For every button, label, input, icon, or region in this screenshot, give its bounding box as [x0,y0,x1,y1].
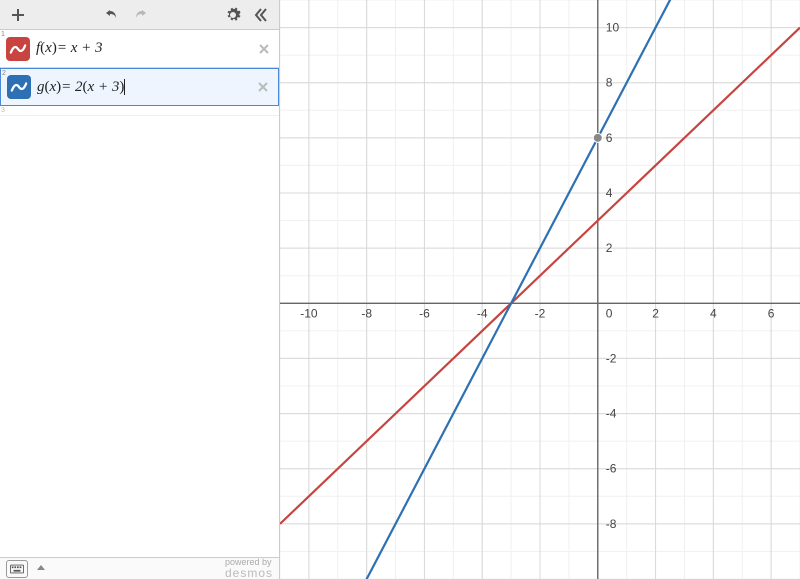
svg-text:4: 4 [606,186,613,200]
svg-text:2: 2 [652,306,659,320]
svg-text:-10: -10 [300,306,318,320]
svg-text:0: 0 [606,306,613,320]
expression-index: 1 [1,31,5,38]
color-swatch[interactable] [6,37,30,61]
sidebar: 1 f(x) = x + 3 2 g(x) = 2(x + 3) 3 powered b… [0,0,280,579]
add-expression-button[interactable] [6,3,30,27]
expression-text[interactable]: g(x) = 2(x + 3) [37,79,254,96]
svg-text:-4: -4 [606,407,617,421]
color-swatch[interactable] [7,75,31,99]
expression-index: 2 [2,70,6,77]
expression-row[interactable]: 2 g(x) = 2(x + 3) [0,68,279,106]
keyboard-button[interactable] [6,560,28,578]
graph-pane[interactable]: -10 -8 -6 -4 -2 2 4 6 -8 -6 -4 -2 2 4 6 8 10 0 [280,0,800,579]
svg-text:-8: -8 [606,517,617,531]
brand-attribution: powered by desmos [225,558,273,579]
svg-text:6: 6 [606,131,613,145]
svg-text:2: 2 [606,241,613,255]
settings-button[interactable] [221,3,245,27]
collapse-sidebar-button[interactable] [249,3,273,27]
svg-text:-4: -4 [477,306,488,320]
toolbar [0,0,279,30]
undo-button[interactable] [100,3,124,27]
footer: powered by desmos [0,557,279,579]
graph-canvas[interactable]: -10 -8 -6 -4 -2 2 4 6 -8 -6 -4 -2 2 4 6 8 10 0 [280,0,800,579]
redo-button[interactable] [128,3,152,27]
svg-text:-2: -2 [606,351,617,365]
empty-expression-row[interactable]: 3 [0,106,279,116]
graph-point[interactable] [593,133,602,142]
svg-text:8: 8 [606,76,613,90]
svg-text:-6: -6 [419,306,430,320]
svg-text:-8: -8 [361,306,372,320]
brand-name: desmos [225,567,273,579]
svg-text:6: 6 [768,306,775,320]
expression-index: 3 [1,107,5,114]
svg-text:4: 4 [710,306,717,320]
delete-expression-button[interactable] [255,40,273,58]
expression-text[interactable]: f(x) = x + 3 [36,40,255,57]
delete-expression-button[interactable] [254,78,272,96]
expression-row[interactable]: 1 f(x) = x + 3 [0,30,279,68]
svg-text:-2: -2 [535,306,546,320]
app-root: 1 f(x) = x + 3 2 g(x) = 2(x + 3) 3 powered b… [0,0,800,579]
expression-list: 1 f(x) = x + 3 2 g(x) = 2(x + 3) 3 [0,30,279,557]
svg-text:10: 10 [606,21,620,35]
up-arrow-icon [36,563,46,575]
svg-text:-6: -6 [606,462,617,476]
